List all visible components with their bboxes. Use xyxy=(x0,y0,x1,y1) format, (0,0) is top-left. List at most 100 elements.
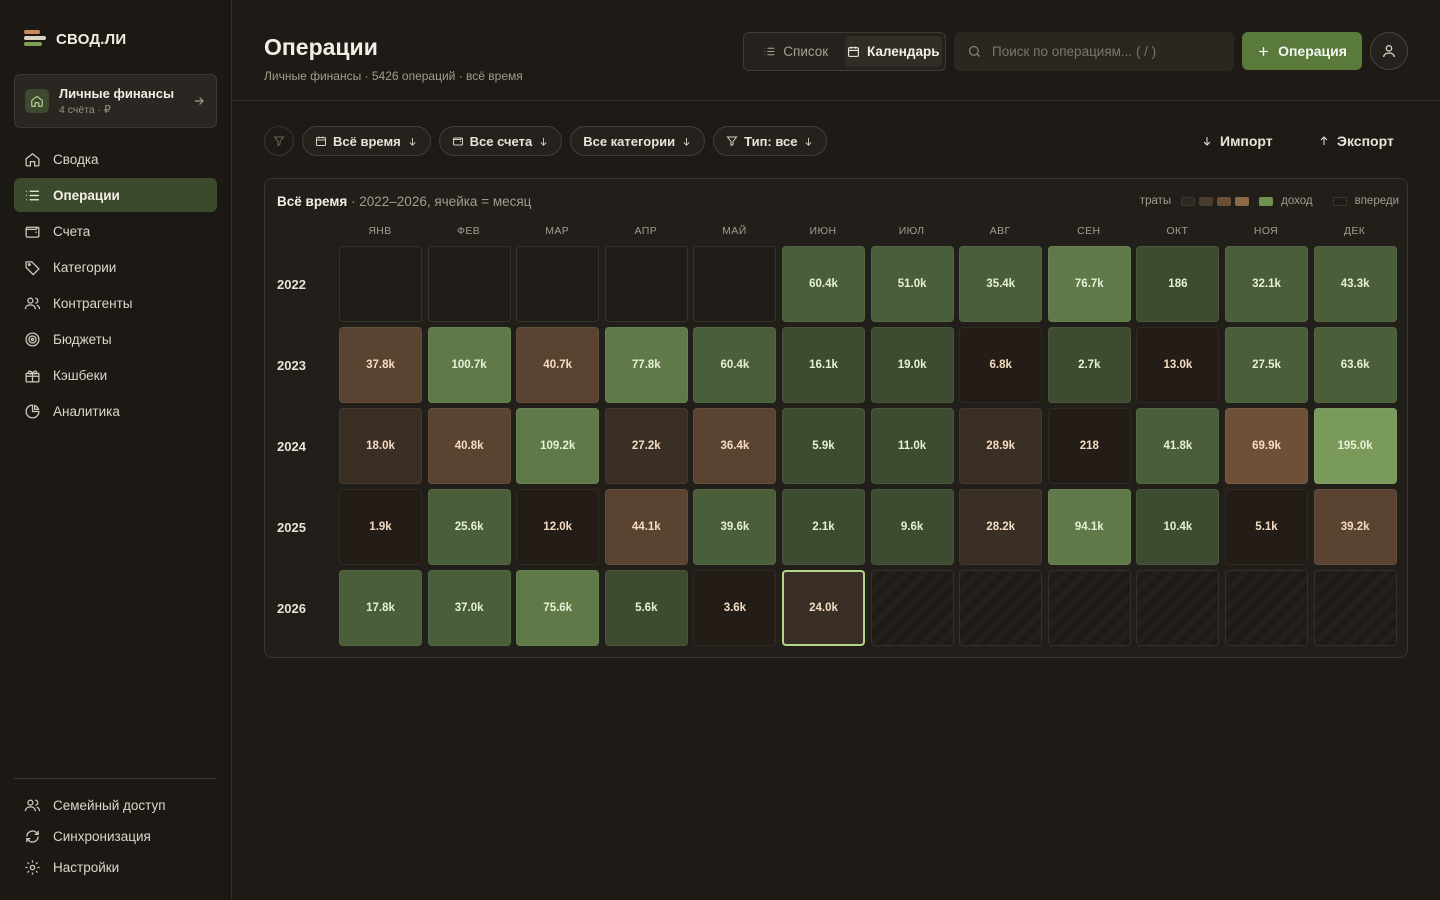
sidebar-item-gear[interactable]: Настройки xyxy=(14,852,217,883)
sidebar-item-gift[interactable]: Кэшбеки xyxy=(14,358,217,392)
calendar-cell[interactable]: 109.2k xyxy=(516,408,600,484)
calendar-cell[interactable]: 5.1k xyxy=(1225,489,1308,565)
calendar-cell[interactable]: 37.8k xyxy=(339,327,422,403)
calendar-cell[interactable]: 3.6k xyxy=(693,570,777,646)
calendar-cell[interactable]: 51.0k xyxy=(870,246,954,322)
sidebar-item-label: Кэшбеки xyxy=(53,367,108,383)
month-header: АВГ xyxy=(989,225,1011,237)
calendar-cell[interactable]: 27.2k xyxy=(604,408,688,484)
calendar-cell[interactable]: 43.3k xyxy=(1313,246,1397,322)
export-button[interactable]: Экспорт xyxy=(1318,126,1394,156)
sidebar-item-label: Категории xyxy=(53,259,117,275)
sidebar-item-label: Аналитика xyxy=(53,403,120,419)
calendar-cell[interactable]: 100.7k xyxy=(427,327,511,403)
sidebar-item-target[interactable]: Бюджеты xyxy=(14,322,217,356)
calendar-title: Всё время · 2022–2026, ячейка = месяц xyxy=(277,194,531,209)
calendar-cell[interactable]: 25.6k xyxy=(427,489,511,565)
sidebar-item-list[interactable]: Операции xyxy=(14,178,217,212)
calendar-icon xyxy=(848,46,859,57)
categories-filter[interactable]: Все категории xyxy=(570,126,706,156)
categories-filter-label: Все категории xyxy=(583,133,676,149)
sidebar-item-tag[interactable]: Категории xyxy=(14,250,217,284)
calendar-cell[interactable]: 18.0k xyxy=(339,408,422,484)
calendar-cell[interactable]: 19.0k xyxy=(870,327,954,403)
calendar-cell[interactable]: 40.8k xyxy=(427,408,511,484)
calendar-cell[interactable]: 13.0k xyxy=(1136,327,1220,403)
calendar-cell[interactable]: 16.1k xyxy=(782,327,865,403)
calendar-cell[interactable]: 5.6k xyxy=(604,570,688,646)
home-icon xyxy=(25,89,49,113)
logo[interactable]: СВОД.ЛИ xyxy=(24,30,126,48)
sidebar-item-users[interactable]: Контрагенты xyxy=(14,286,217,320)
calendar-cell[interactable]: 27.5k xyxy=(1225,327,1308,403)
add-operation-button[interactable]: Операция xyxy=(1242,32,1362,70)
list-icon xyxy=(764,47,775,56)
calendar-cell[interactable]: 186 xyxy=(1136,246,1220,322)
calendar-cell[interactable]: 69.9k xyxy=(1225,408,1308,484)
view-calendar-button[interactable]: Календарь xyxy=(844,36,942,67)
calendar-cell[interactable]: 37.0k xyxy=(427,570,511,646)
calendar-cell[interactable]: 2.7k xyxy=(1047,327,1131,403)
calendar-cell[interactable]: 60.4k xyxy=(782,246,865,322)
calendar-cell[interactable]: 1.9k xyxy=(339,489,422,565)
search-input[interactable] xyxy=(992,44,1222,59)
calendar-cell[interactable]: 195.0k xyxy=(1313,408,1397,484)
calendar-cell[interactable]: 32.1k xyxy=(1225,246,1308,322)
wallet-icon xyxy=(452,137,463,146)
calendar-cell[interactable]: 9.6k xyxy=(870,489,954,565)
calendar-cell[interactable]: 35.4k xyxy=(959,246,1043,322)
month-header: ИЮЛ xyxy=(898,225,925,237)
calendar-cell-current[interactable]: 24.0k xyxy=(782,570,865,646)
calendar-cell[interactable]: 77.8k xyxy=(604,327,688,403)
calendar-cell[interactable]: 28.9k xyxy=(959,408,1043,484)
calendar-cell[interactable]: 76.7k xyxy=(1047,246,1131,322)
sidebar-item-users[interactable]: Семейный доступ xyxy=(14,790,217,821)
calendar-cell[interactable]: 36.4k xyxy=(693,408,777,484)
legend-income-swatch xyxy=(1259,196,1274,206)
calendar-cell[interactable]: 11.0k xyxy=(870,408,954,484)
sidebar-item-refresh[interactable]: Синхронизация xyxy=(14,821,217,852)
avatar[interactable] xyxy=(1370,32,1408,70)
month-header: ОКТ xyxy=(1166,225,1189,237)
arrow-down-icon xyxy=(683,137,690,146)
calendar-cell[interactable]: 60.4k xyxy=(693,327,777,403)
calendar-cell[interactable]: 6.8k xyxy=(959,327,1043,403)
calendar-cell[interactable]: 5.9k xyxy=(782,408,865,484)
gift-icon xyxy=(25,370,40,383)
accounts-filter[interactable]: Все счета xyxy=(438,126,563,156)
calendar-cell[interactable]: 63.6k xyxy=(1313,327,1397,403)
month-header: МАЙ xyxy=(722,225,747,237)
import-button[interactable]: Импорт xyxy=(1201,126,1273,156)
sidebar-item-label: Сводка xyxy=(53,151,99,167)
sidebar-item-pie-chart[interactable]: Аналитика xyxy=(14,394,217,428)
year-label: 2023 xyxy=(277,358,306,373)
sidebar-item-wallet[interactable]: Счета xyxy=(14,214,217,248)
export-label: Экспорт xyxy=(1337,133,1394,149)
filter-off-icon xyxy=(273,136,285,147)
calendar-cell[interactable]: 40.7k xyxy=(516,327,600,403)
view-list-button[interactable]: Список xyxy=(747,36,845,67)
month-header: ФЕВ xyxy=(456,225,481,237)
calendar-cell[interactable]: 12.0k xyxy=(516,489,600,565)
sidebar-item-home[interactable]: Сводка xyxy=(14,142,217,176)
type-filter[interactable]: Тип: все xyxy=(713,126,828,156)
calendar-cell[interactable]: 94.1k xyxy=(1047,489,1131,565)
filter-reset-button[interactable] xyxy=(264,126,294,156)
calendar-cell[interactable]: 41.8k xyxy=(1136,408,1220,484)
calendar-cell[interactable]: 218 xyxy=(1047,408,1131,484)
calendar-cell[interactable]: 10.4k xyxy=(1136,489,1220,565)
sidebar-divider xyxy=(14,778,217,779)
calendar-cell[interactable]: 28.2k xyxy=(959,489,1043,565)
calendar-cell[interactable]: 39.6k xyxy=(693,489,777,565)
calendar-cell[interactable]: 2.1k xyxy=(782,489,865,565)
users-icon xyxy=(24,297,41,309)
calendar-cell[interactable]: 75.6k xyxy=(516,570,600,646)
account-switcher[interactable]: Личные финансы 4 счёта · ₽ xyxy=(14,74,217,128)
period-filter[interactable]: Всё время xyxy=(302,126,431,156)
calendar-cell[interactable]: 39.2k xyxy=(1313,489,1397,565)
legend-ahead-label: впереди xyxy=(1354,195,1399,207)
calendar-cell[interactable]: 44.1k xyxy=(604,489,688,565)
view-calendar-label: Календарь xyxy=(866,44,940,59)
year-label: 2024 xyxy=(277,439,306,454)
calendar-cell[interactable]: 17.8k xyxy=(339,570,422,646)
